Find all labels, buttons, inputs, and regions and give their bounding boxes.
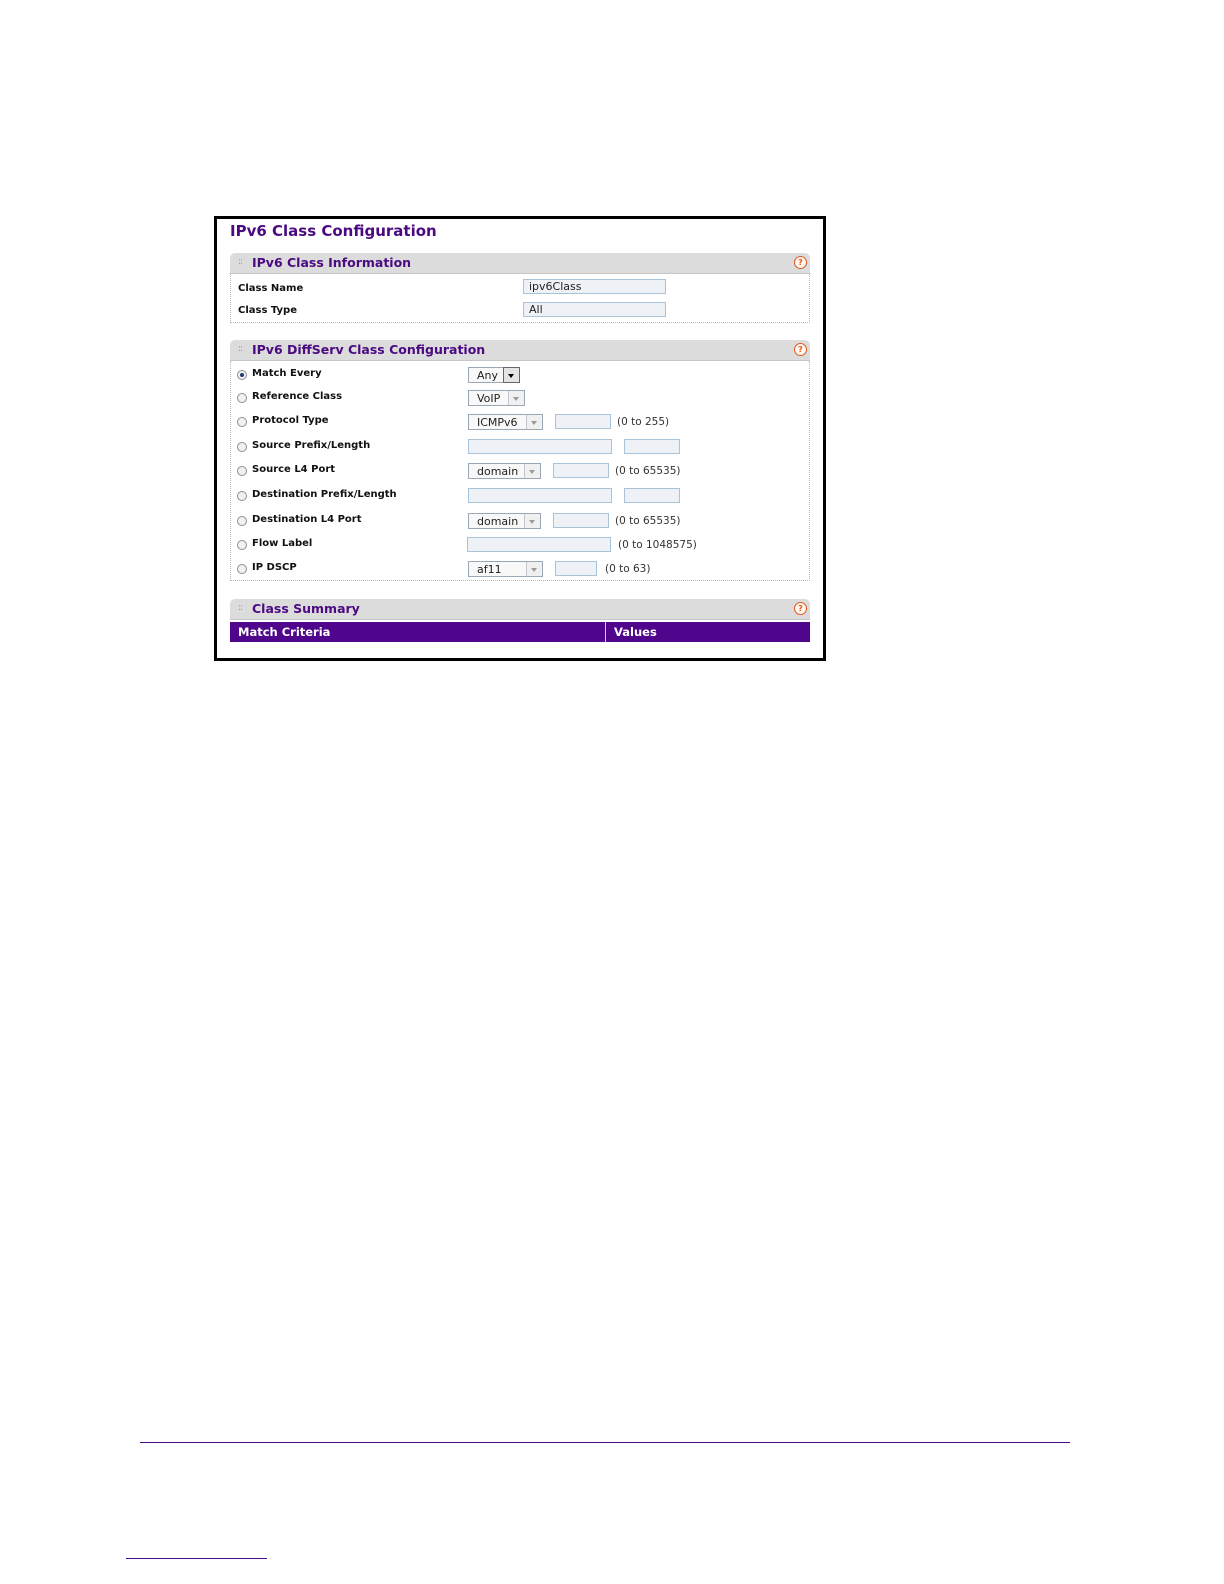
diffserv-body: Match Every Any Reference Class VoIP Pro… — [230, 361, 810, 581]
chevron-down-icon — [503, 367, 520, 383]
source-prefix-radio[interactable] — [237, 442, 247, 452]
ip-dscp-input[interactable] — [555, 561, 597, 576]
source-l4-port-input[interactable] — [553, 463, 609, 478]
help-icon[interactable]: ? — [794, 602, 807, 615]
destination-prefix-input[interactable] — [468, 488, 612, 503]
class-info-title: IPv6 Class Information — [252, 255, 412, 270]
source-prefix-label: Source Prefix/Length — [252, 440, 371, 451]
diffserv-title: IPv6 DiffServ Class Configuration — [252, 342, 486, 357]
class-type-label: Class Type — [238, 305, 297, 316]
grip-icon: :: — [238, 603, 243, 613]
source-l4-port-label: Source L4 Port — [252, 464, 336, 475]
grip-icon: :: — [238, 344, 243, 354]
ip-dscp-radio[interactable] — [237, 564, 247, 574]
class-info-body: Class Name ipv6Class Class Type All — [230, 274, 810, 323]
destination-l4-port-input[interactable] — [553, 513, 609, 528]
source-l4-port-range-hint: (0 to 65535) — [615, 465, 681, 477]
protocol-range-hint: (0 to 255) — [617, 416, 670, 428]
source-prefix-input[interactable] — [468, 439, 612, 454]
source-l4-port-radio[interactable] — [237, 466, 247, 476]
source-length-input[interactable] — [624, 439, 680, 454]
class-info-header: :: IPv6 Class Information ? — [230, 253, 810, 274]
protocol-type-select[interactable]: ICMPv6 — [468, 414, 543, 430]
class-summary-title: Class Summary — [252, 601, 360, 616]
ip-dscp-label: IP DSCP — [252, 562, 297, 573]
chevron-down-icon — [524, 464, 540, 478]
destination-prefix-radio[interactable] — [237, 491, 247, 501]
grip-icon: :: — [238, 257, 243, 267]
protocol-number-input[interactable] — [555, 414, 611, 429]
class-summary-header: :: Class Summary ? — [230, 599, 810, 620]
destination-l4-port-range-hint: (0 to 65535) — [615, 515, 681, 527]
page-title: IPv6 Class Configuration — [230, 222, 437, 240]
flow-label-range-hint: (0 to 1048575) — [618, 539, 697, 551]
protocol-type-radio[interactable] — [237, 417, 247, 427]
chevron-down-icon — [508, 391, 524, 405]
destination-l4-port-label: Destination L4 Port — [252, 514, 362, 525]
reference-class-select[interactable]: VoIP — [468, 390, 525, 406]
class-type-field: All — [523, 302, 666, 317]
chevron-down-icon — [526, 562, 542, 576]
destination-l4-port-radio[interactable] — [237, 516, 247, 526]
help-icon[interactable]: ? — [794, 343, 807, 356]
summary-table-header: Match Criteria Values — [230, 622, 810, 642]
match-criteria-column-header: Match Criteria — [238, 625, 331, 639]
protocol-type-label: Protocol Type — [252, 415, 329, 426]
flow-label-input[interactable] — [467, 537, 611, 552]
ip-dscp-range-hint: (0 to 63) — [605, 563, 651, 575]
footer-rule — [140, 1442, 1070, 1443]
destination-l4-port-select[interactable]: domain — [468, 513, 541, 529]
help-icon[interactable]: ? — [794, 256, 807, 269]
source-l4-port-select[interactable]: domain — [468, 463, 541, 479]
flow-label-radio[interactable] — [237, 540, 247, 550]
ip-dscp-select[interactable]: af11 — [468, 561, 543, 577]
values-column-header: Values — [614, 625, 657, 639]
reference-class-label: Reference Class — [252, 391, 343, 402]
footer-link-underline — [126, 1558, 267, 1559]
match-every-select[interactable]: Any — [468, 367, 520, 383]
destination-length-input[interactable] — [624, 488, 680, 503]
destination-prefix-label: Destination Prefix/Length — [252, 489, 397, 500]
class-name-label: Class Name — [238, 283, 304, 294]
chevron-down-icon — [524, 514, 540, 528]
match-every-radio[interactable] — [237, 370, 247, 380]
screenshot-frame: IPv6 Class Configuration :: IPv6 Class I… — [214, 216, 826, 661]
match-every-label: Match Every — [252, 368, 322, 379]
reference-class-radio[interactable] — [237, 393, 247, 403]
column-divider — [605, 622, 606, 642]
chevron-down-icon — [526, 415, 542, 429]
flow-label-label: Flow Label — [252, 538, 313, 549]
class-name-field[interactable]: ipv6Class — [523, 279, 666, 294]
diffserv-header: :: IPv6 DiffServ Class Configuration ? — [230, 340, 810, 361]
